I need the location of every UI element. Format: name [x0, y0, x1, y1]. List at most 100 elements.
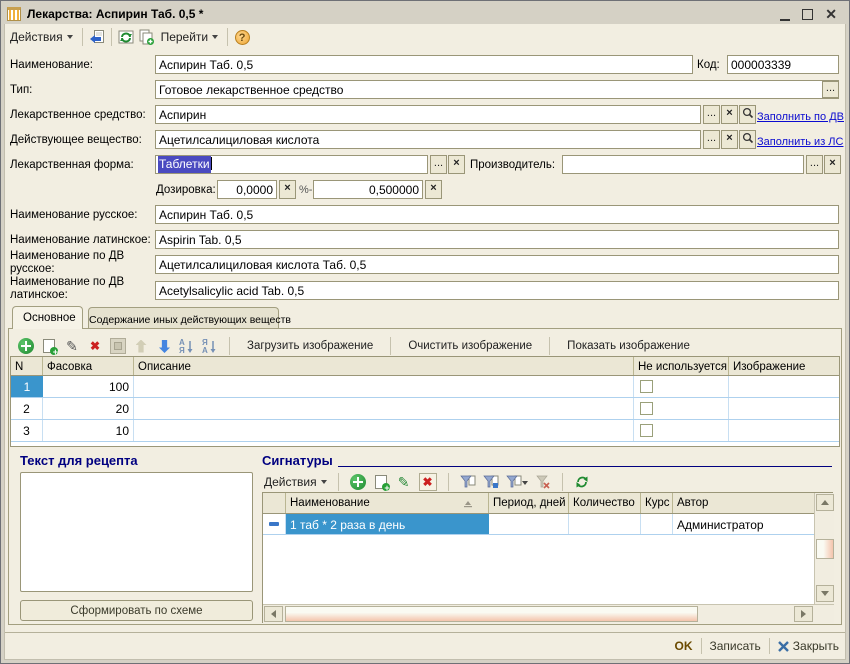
- scroll-right-button[interactable]: [794, 606, 813, 622]
- clear-image-button[interactable]: Очистить изображение: [402, 340, 538, 352]
- recipe-textarea[interactable]: [20, 472, 253, 592]
- ok-button[interactable]: OK: [675, 639, 693, 653]
- hscroll-thumb[interactable]: [285, 606, 698, 622]
- sig-edit-icon[interactable]: ✎: [396, 474, 412, 490]
- column-header-descr[interactable]: Описание: [134, 357, 634, 375]
- column-header-author[interactable]: Автор: [673, 493, 814, 513]
- dosage-clear-button-2[interactable]: ×: [425, 180, 442, 199]
- name-dv-ru-label: Наименование по ДВ русское:: [10, 250, 125, 275]
- edit-row-icon[interactable]: ✎: [64, 338, 80, 354]
- column-header-name[interactable]: Наименование: [286, 493, 489, 513]
- scroll-up-button[interactable]: [816, 494, 834, 511]
- scroll-left-button[interactable]: [264, 606, 283, 622]
- refresh-box-icon[interactable]: [116, 27, 136, 47]
- fill-by-dv-link[interactable]: Заполнить по ДВ: [757, 111, 844, 123]
- copy-icon[interactable]: [136, 27, 156, 47]
- sig-add-icon[interactable]: [349, 474, 366, 490]
- sort-asc-icon[interactable]: АЯ: [179, 338, 195, 354]
- name-dv-lat-input[interactable]: Acetylsalicylic acid Tab. 0,5: [155, 281, 839, 300]
- packaging-row[interactable]: 2 20: [11, 398, 839, 420]
- maximize-button[interactable]: [802, 8, 814, 20]
- unused-checkbox[interactable]: [640, 402, 653, 415]
- dosage-input-2[interactable]: 0,500000: [313, 180, 423, 199]
- name-lat-input[interactable]: Aspirin Tab. 0,5: [155, 230, 839, 249]
- type-select-button[interactable]: ...: [822, 81, 839, 98]
- help-icon[interactable]: ?: [232, 27, 252, 47]
- type-input[interactable]: Готовое лекарственное средство: [155, 80, 839, 99]
- end-edit-icon[interactable]: [110, 338, 126, 354]
- move-down-icon[interactable]: [156, 338, 172, 354]
- dosage-unit-label: %-: [299, 184, 313, 196]
- add-row-icon[interactable]: [18, 338, 34, 354]
- actions-menu-button[interactable]: Действия: [5, 27, 78, 47]
- type-label: Тип:: [10, 84, 33, 96]
- drug-open-button[interactable]: [739, 105, 756, 124]
- minimize-button[interactable]: [780, 8, 791, 21]
- substance-clear-button[interactable]: ×: [721, 130, 738, 149]
- name-dv-ru-input[interactable]: Ацетилсалициловая кислота Таб. 0,5: [155, 255, 839, 274]
- vscroll-thumb[interactable]: [816, 539, 834, 559]
- tab-main[interactable]: Основное: [12, 306, 83, 329]
- sort-desc-icon[interactable]: ЯА: [202, 338, 218, 354]
- delete-row-icon[interactable]: ✖: [87, 339, 103, 353]
- manufacturer-select-button[interactable]: ...: [806, 155, 823, 174]
- column-header-n[interactable]: N: [11, 357, 43, 375]
- column-header-course[interactable]: Курс: [641, 493, 673, 513]
- form-clear-button[interactable]: ×: [448, 155, 465, 174]
- manufacturer-label: Производитель:: [470, 159, 556, 171]
- drug-input[interactable]: Аспирин: [155, 105, 701, 124]
- load-image-button[interactable]: Загрузить изображение: [241, 340, 379, 352]
- sig-copy-icon[interactable]: +: [373, 474, 390, 493]
- manufacturer-clear-button[interactable]: ×: [824, 155, 841, 174]
- signatures-actions-button[interactable]: Действия: [264, 475, 327, 489]
- close-form-button[interactable]: Закрыть: [777, 639, 839, 653]
- column-header-unused[interactable]: Не используется: [634, 357, 729, 375]
- code-input[interactable]: 000003339: [727, 55, 839, 74]
- name-input[interactable]: Аспирин Таб. 0,5: [155, 55, 693, 74]
- signatures-vscrollbar[interactable]: [814, 493, 834, 604]
- filter-sort-icon[interactable]: [459, 474, 476, 490]
- name-ru-input[interactable]: Аспирин Таб. 0,5: [155, 205, 839, 224]
- reread-icon[interactable]: [87, 27, 107, 47]
- show-image-button[interactable]: Показать изображение: [561, 340, 696, 352]
- name-lat-label: Наименование латинское:: [10, 234, 151, 246]
- substance-input[interactable]: Ацетилсалициловая кислота: [155, 130, 701, 149]
- close-button[interactable]: ✕: [825, 7, 837, 21]
- packaging-table-header: N Фасовка Описание Не используется Изобр…: [11, 357, 839, 376]
- dosage-input-1[interactable]: 0,0000: [217, 180, 277, 199]
- save-button[interactable]: Записать: [710, 639, 761, 653]
- sig-refresh-icon[interactable]: [574, 474, 590, 490]
- packaging-row[interactable]: 1 100: [11, 376, 839, 398]
- tab-other-substances[interactable]: Содержание иных действующих веществ: [88, 307, 291, 329]
- column-header-qty[interactable]: Количество: [569, 493, 641, 513]
- unused-checkbox[interactable]: [640, 424, 653, 437]
- copy-row-icon[interactable]: +: [41, 338, 58, 357]
- unused-checkbox[interactable]: [640, 380, 653, 393]
- drug-select-button[interactable]: ...: [703, 105, 720, 124]
- manufacturer-input[interactable]: [562, 155, 804, 174]
- svg-text:А: А: [202, 346, 208, 354]
- sig-delete-icon[interactable]: ✖: [418, 473, 437, 491]
- filter-by-value-icon[interactable]: [482, 474, 499, 490]
- form-select-button[interactable]: ...: [430, 155, 447, 174]
- dropdown-caret-icon: [212, 35, 219, 39]
- signature-row[interactable]: 1 таб * 2 раза в день Администратор: [263, 514, 814, 535]
- column-header-period[interactable]: Период, дней: [489, 493, 569, 513]
- column-header-image[interactable]: Изображение: [729, 357, 839, 375]
- scroll-down-button[interactable]: [816, 585, 834, 602]
- packaging-row[interactable]: 3 10: [11, 420, 839, 442]
- dosage-clear-button-1[interactable]: ×: [279, 180, 296, 199]
- form-input[interactable]: Таблетки: [155, 155, 428, 174]
- name-ru-label: Наименование русское:: [10, 209, 138, 221]
- goto-menu-button[interactable]: Перейти: [156, 27, 224, 47]
- substance-select-button[interactable]: ...: [703, 130, 720, 149]
- move-up-icon[interactable]: [133, 338, 149, 354]
- fill-from-ls-link[interactable]: Заполнить из ЛС: [757, 136, 843, 148]
- substance-open-button[interactable]: [739, 130, 756, 149]
- filter-clear-icon[interactable]: [535, 474, 551, 490]
- column-header-pack[interactable]: Фасовка: [43, 357, 134, 375]
- generate-by-scheme-button[interactable]: Сформировать по схеме: [20, 600, 253, 621]
- drug-clear-button[interactable]: ×: [721, 105, 738, 124]
- signatures-hscrollbar[interactable]: [263, 604, 834, 623]
- filter-menu-icon[interactable]: [505, 474, 528, 490]
